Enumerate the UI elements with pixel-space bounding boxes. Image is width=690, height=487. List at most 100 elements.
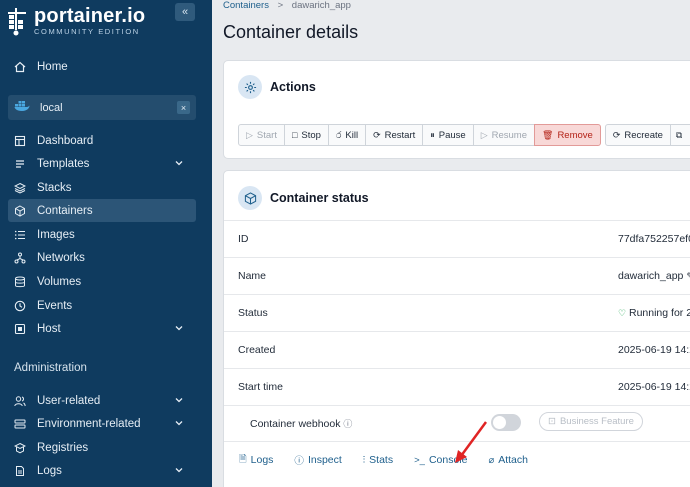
portainer-crane-icon: [6, 6, 28, 36]
row-key: Start time: [238, 381, 283, 393]
sidebar-item-volumes[interactable]: Volumes: [8, 270, 196, 293]
bomb-icon: ර: [335, 129, 342, 140]
status-row-created: Created 2025-06-19 14:2: [224, 331, 690, 368]
sidebar-item-stacks[interactable]: Stacks: [8, 176, 196, 199]
play-icon: ▷: [246, 129, 253, 140]
sidebar-item-label: Host: [37, 322, 61, 335]
actions-card: Actions ▷ Start □ Stop ර Kill ⟳ Restart ⏸ Pau…: [223, 60, 690, 159]
containers-icon: [14, 204, 26, 217]
row-value: dawarich_app ✎: [618, 270, 690, 282]
registries-icon: [14, 442, 26, 454]
attach-link[interactable]: ⌀ Attach: [488, 452, 528, 468]
edit-icon[interactable]: ✎: [686, 271, 690, 281]
terminal-icon: >_: [414, 454, 425, 466]
pause-button[interactable]: ⏸ Pause: [422, 124, 474, 146]
red-annotation-arrow-icon: [455, 421, 488, 463]
stats-link[interactable]: ⫶ Stats: [363, 452, 393, 468]
business-feature-badge: ⊡ Business Feature: [539, 412, 643, 431]
chevron-down-icon: [174, 395, 184, 405]
row-value: ♡ Running for 2: [618, 307, 690, 319]
copy-icon: ⧉: [675, 129, 683, 140]
sidebar-item-label: Environment-related: [37, 417, 141, 430]
webhook-label: Container webhook ⓘ: [250, 418, 353, 430]
sidebar-item-templates[interactable]: Templates: [8, 152, 196, 175]
breadcrumb-containers-link[interactable]: Containers: [223, 0, 269, 11]
cube-icon: [238, 186, 262, 210]
restart-button[interactable]: ⟳ Restart: [365, 124, 424, 146]
sidebar-item-label: Registries: [37, 441, 89, 454]
chevron-down-icon: [174, 323, 184, 333]
refresh-icon: ⟳: [612, 129, 621, 140]
recreate-button[interactable]: ⟳ Recreate: [604, 124, 671, 146]
logs-icon: [14, 465, 26, 477]
sidebar-item-label: Volumes: [37, 275, 82, 288]
logs-link[interactable]: 🗎 Logs: [239, 452, 273, 468]
file-text-icon: 🗎: [239, 454, 247, 465]
main-content: Containers > dawarich_app Container deta…: [212, 0, 690, 487]
container-action-buttons: ▷ Start □ Stop ර Kill ⟳ Restart ⏸ Pause ▷ Resu…: [238, 124, 690, 146]
stop-button[interactable]: □ Stop: [283, 124, 329, 146]
row-key: Created: [238, 344, 276, 356]
host-icon: [14, 323, 26, 335]
resume-button[interactable]: ▷ Resume: [472, 124, 535, 146]
sidebar-item-dashboard[interactable]: Dashboard: [8, 129, 196, 152]
stop-icon: □: [291, 130, 298, 140]
brand-name: portainer.io: [34, 5, 146, 28]
kill-button[interactable]: ර Kill: [327, 124, 367, 146]
sidebar-item-events[interactable]: Events: [8, 294, 196, 317]
sidebar-item-logs[interactable]: Logs: [8, 459, 196, 482]
chevron-down-icon: [174, 418, 184, 428]
collapse-sidebar-button[interactable]: «: [175, 3, 195, 21]
sidebar-item-label: Networks: [37, 251, 85, 264]
sidebar-item-networks[interactable]: Networks: [8, 246, 196, 269]
administration-heading: Administration: [14, 362, 87, 374]
environment-icon: [14, 418, 26, 430]
refresh-icon: ⟳: [373, 129, 381, 140]
events-icon: [14, 300, 26, 312]
container-status-title: Container status: [270, 191, 369, 205]
sidebar-item-environment-related[interactable]: Environment-related: [8, 412, 196, 435]
brand-edition: COMMUNITY EDITION: [34, 27, 140, 37]
sidebar-item-images[interactable]: Images: [8, 223, 196, 246]
status-row-start-time: Start time 2025-06-19 14:2: [224, 368, 690, 405]
status-row-id: ID 77dfa752257ef0: [224, 220, 690, 257]
play-icon: ▷: [480, 129, 488, 140]
row-key: Name: [238, 270, 267, 282]
sidebar-item-registries[interactable]: Registries: [8, 436, 196, 459]
sidebar-item-containers[interactable]: Containers: [8, 199, 196, 222]
remove-button[interactable]: 🗑 Remove: [534, 124, 601, 146]
actions-title: Actions: [270, 80, 316, 94]
close-environment-button[interactable]: ×: [177, 101, 190, 114]
sidebar-item-label: Logs: [37, 464, 62, 477]
breadcrumb-current: dawarich_app: [291, 0, 351, 11]
actions-header: Actions: [238, 75, 316, 99]
sidebar-item-user-related[interactable]: User-related: [8, 389, 196, 412]
environment-name: local: [40, 101, 63, 114]
row-key: Status: [238, 307, 268, 319]
templates-icon: [14, 158, 26, 170]
sidebar-item-home[interactable]: Home: [8, 55, 196, 78]
info-icon: ⓘ: [294, 456, 304, 467]
volumes-icon: [14, 276, 26, 288]
start-button[interactable]: ▷ Start: [238, 124, 285, 146]
portainer-logo[interactable]: portainer.io COMMUNITY EDITION: [6, 4, 182, 38]
container-links: 🗎 Logs ⓘ Inspect ⫶ Stats >_ Console ⌀ Attach: [239, 452, 549, 468]
help-icon[interactable]: ⓘ: [343, 419, 352, 429]
breadcrumb: Containers > dawarich_app: [223, 0, 351, 11]
duplicate-edit-button[interactable]: ⧉: [669, 124, 690, 146]
sidebar: portainer.io COMMUNITY EDITION « Home lo…: [0, 0, 212, 487]
dashboard-icon: [14, 135, 26, 147]
inspect-link[interactable]: ⓘ Inspect: [294, 452, 341, 468]
stacks-icon: [14, 182, 26, 194]
webhook-toggle[interactable]: [491, 414, 521, 431]
sidebar-item-label: Home: [37, 60, 68, 73]
container-status-header: Container status: [238, 186, 369, 210]
row-value: 2025-06-19 14:2: [618, 381, 690, 393]
breadcrumb-separator: >: [277, 0, 284, 11]
networks-icon: [14, 252, 26, 264]
sidebar-item-label: Templates: [37, 157, 90, 170]
sidebar-item-label: Dashboard: [37, 134, 94, 147]
environment-selector[interactable]: local ×: [8, 95, 196, 120]
sidebar-item-label: Events: [37, 299, 73, 312]
sidebar-item-host[interactable]: Host: [8, 317, 196, 340]
